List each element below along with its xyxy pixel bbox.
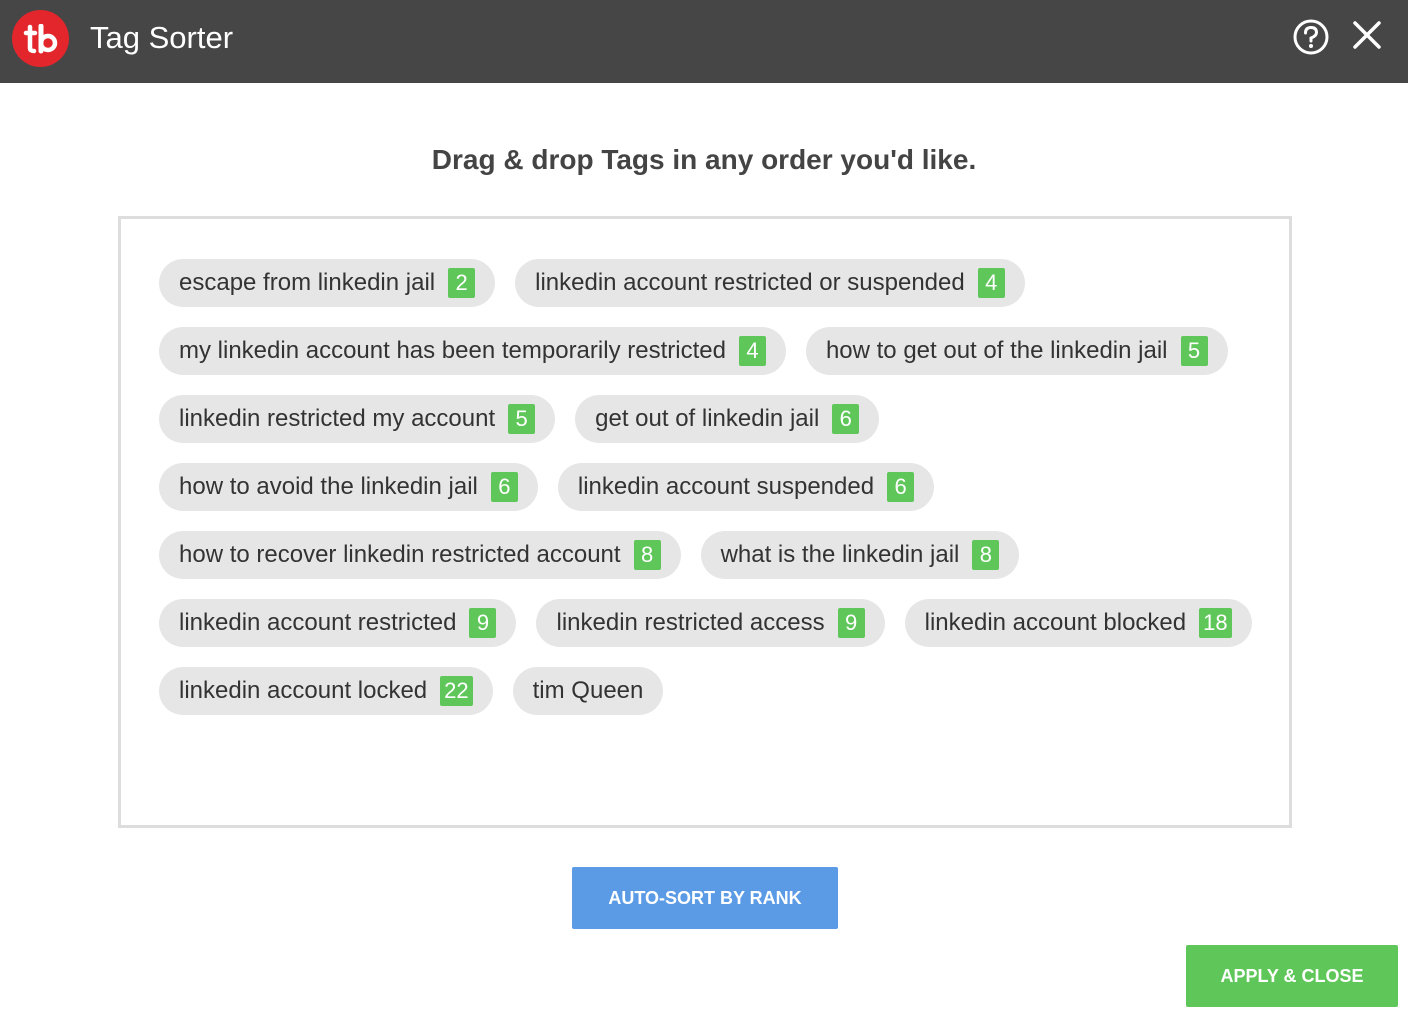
tag-chip[interactable]: how to get out of the linkedin jail 5 [805,327,1228,375]
tag-list: escape from linkedin jail 2 linkedin acco… [159,259,1269,715]
title-bar: Tag Sorter [0,0,1408,83]
tag-label: get out of linkedin jail [595,405,820,432]
instruction-heading: Drag & drop Tags in any order you'd like… [431,144,977,175]
tag-label: how to recover linkedin restricted accou… [179,541,621,568]
tag-chip[interactable]: linkedin account blocked 18 [904,599,1252,647]
tag-count-badge: 8 [972,540,1000,570]
tag-label: linkedin account blocked [924,609,1187,636]
tag-label: what is the linkedin jail [720,541,960,568]
tag-count-badge: 4 [738,336,766,366]
tag-count-badge: 2 [448,268,476,298]
tag-count-badge: 18 [1199,608,1232,638]
tag-label: linkedin restricted my account [179,405,496,432]
tag-label: how to avoid the linkedin jail [179,473,478,500]
tag-chip[interactable]: escape from linkedin jail 2 [159,259,496,307]
tag-label: linkedin account restricted [179,609,457,636]
tag-label: linkedin account restricted or suspended [535,269,965,296]
help-circle-icon[interactable] [1292,18,1330,56]
tag-chip[interactable]: tim Queen [512,667,664,715]
tag-count-badge: 6 [490,472,518,502]
auto-sort-button[interactable]: AUTO-SORT BY RANK [572,867,838,929]
tag-count-badge: 4 [977,268,1005,298]
tag-label: linkedin account locked [179,677,428,704]
tag-count-badge: 5 [1180,336,1208,366]
tag-chip[interactable]: linkedin restricted access 9 [536,599,885,647]
tubebuddy-logo-icon [12,10,69,67]
tag-chip[interactable]: get out of linkedin jail 6 [575,395,880,443]
tag-sort-area: escape from linkedin jail 2 linkedin acco… [118,216,1292,828]
tag-label: linkedin account suspended [577,473,875,500]
tag-count-badge: 22 [440,676,473,706]
apply-close-button[interactable]: APPLY & CLOSE [1186,945,1398,1007]
tag-chip[interactable]: linkedin account restricted or suspended… [515,259,1025,307]
tag-chip[interactable]: linkedin account locked 22 [159,667,493,715]
tag-count-badge: 6 [832,404,860,434]
tag-label: linkedin restricted access [556,609,825,636]
tag-chip[interactable]: my linkedin account has been temporarily… [159,327,786,375]
window-title: Tag Sorter [90,20,234,55]
tag-count-badge: 9 [469,608,497,638]
tag-label: my linkedin account has been temporarily… [179,337,726,364]
tag-chip[interactable]: linkedin account restricted 9 [159,599,517,647]
tag-chip[interactable]: what is the linkedin jail 8 [700,531,1020,579]
tag-chip[interactable]: how to avoid the linkedin jail 6 [159,463,538,511]
tag-count-badge: 8 [633,540,661,570]
tag-chip[interactable]: how to recover linkedin restricted accou… [159,531,681,579]
tag-label: tim Queen [532,677,644,704]
tag-label: escape from linkedin jail [179,269,436,296]
tag-count-badge: 9 [837,608,865,638]
tag-chip[interactable]: linkedin account suspended 6 [557,463,935,511]
tag-label: how to get out of the linkedin jail [825,337,1168,364]
close-icon[interactable] [1352,20,1382,50]
tag-count-badge: 5 [508,404,536,434]
tag-chip[interactable]: linkedin restricted my account 5 [159,395,556,443]
tag-count-badge: 6 [887,472,915,502]
